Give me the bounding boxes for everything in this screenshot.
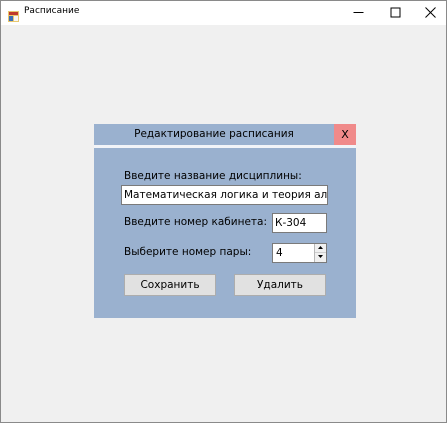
panel-close-button[interactable]: X	[334, 124, 356, 145]
delete-button[interactable]: Удалить	[234, 274, 326, 296]
maximize-icon	[390, 7, 401, 18]
stepper-up-button[interactable]	[315, 244, 326, 253]
discipline-input[interactable]: Математическая логика и теория алгоритмо…	[121, 185, 328, 205]
app-icon	[8, 7, 19, 22]
stepper-buttons	[314, 244, 326, 262]
panel-header: Редактирование расписания X	[94, 124, 356, 145]
discipline-label: Введите название дисциплины:	[124, 170, 302, 182]
minimize-icon	[353, 12, 364, 13]
arrow-down-icon	[318, 255, 323, 258]
minimize-button[interactable]	[341, 1, 377, 25]
stepper-down-button[interactable]	[315, 253, 326, 262]
pair-label: Выберите номер пары:	[124, 246, 252, 258]
window-close-button[interactable]	[413, 1, 447, 25]
window-title: Расписание	[24, 6, 80, 16]
arrow-up-icon	[318, 246, 323, 249]
maximize-button[interactable]	[378, 1, 414, 25]
title-bar: Расписание	[1, 1, 446, 25]
pair-number-value: 4	[276, 247, 283, 259]
close-icon	[425, 7, 436, 18]
room-input[interactable]: К-304	[272, 213, 327, 233]
panel-title: Редактирование расписания	[134, 128, 294, 140]
save-button[interactable]: Сохранить	[124, 274, 216, 296]
main-window: Расписание Редактирование расписания X В…	[0, 0, 447, 423]
room-label: Введите номер кабинета:	[124, 216, 268, 228]
header-divider	[94, 145, 356, 148]
edit-schedule-panel: Редактирование расписания X Введите назв…	[94, 124, 356, 318]
pair-number-stepper[interactable]: 4	[272, 243, 327, 263]
